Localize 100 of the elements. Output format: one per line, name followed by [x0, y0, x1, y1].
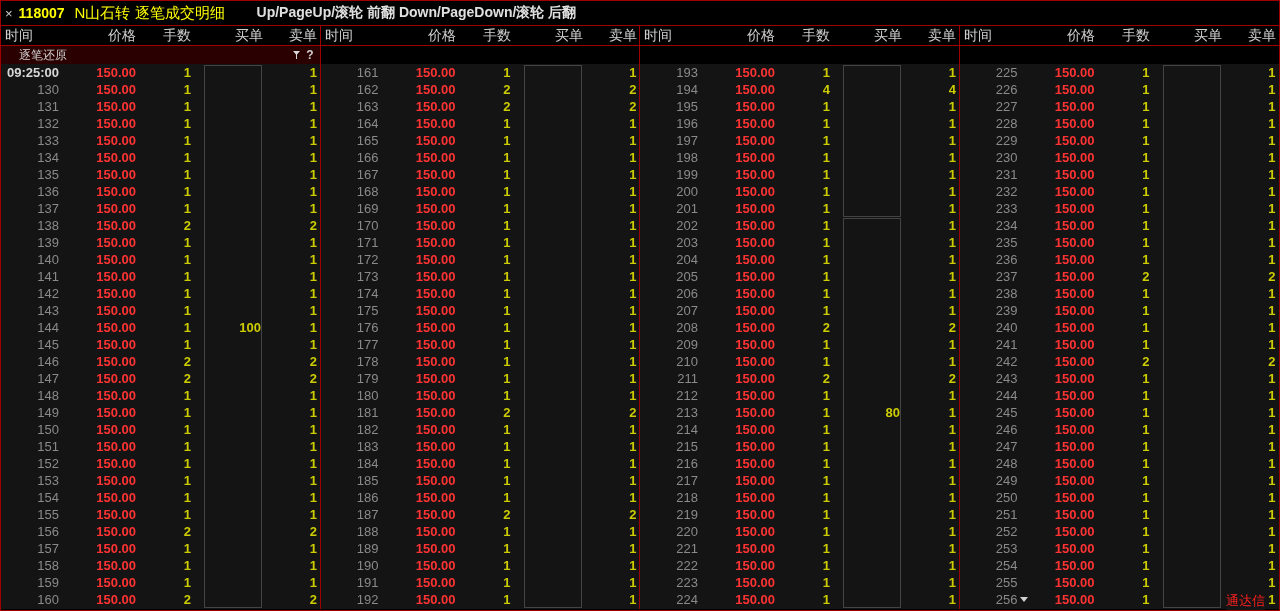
price-cell: 150.00: [96, 252, 136, 267]
time-cell: 248: [995, 456, 1018, 471]
lots-cell: 1: [183, 456, 191, 471]
lots-cell: 1: [822, 269, 830, 284]
help-button[interactable]: ?: [306, 48, 314, 62]
sell-cell: 1: [1268, 439, 1276, 454]
sell-cell: 1: [309, 490, 317, 505]
price-cell: 150.00: [1054, 439, 1095, 454]
price-cell: 150.00: [415, 456, 456, 471]
lots-cell: 1: [183, 541, 191, 556]
lots-cell: 1: [503, 184, 511, 199]
lots-cell: 2: [183, 354, 191, 369]
price-cell: 150.00: [735, 201, 775, 216]
time-cell: 200: [676, 184, 698, 199]
time-cell: 184: [356, 456, 379, 471]
time-cell: 246: [995, 422, 1018, 437]
close-icon[interactable]: ×: [5, 5, 13, 21]
time-cell: 209: [676, 337, 698, 352]
price-cell: 150.00: [96, 167, 136, 182]
lots-cell: 1: [183, 303, 191, 318]
time-cell: 204: [676, 252, 698, 267]
time-cell: 232: [995, 184, 1018, 199]
price-cell: 150.00: [415, 286, 456, 301]
lots-cell: 1: [503, 337, 511, 352]
sell-cell: 1: [1268, 286, 1276, 301]
sell-cell: 1: [1268, 405, 1276, 420]
lots-cell: 1: [503, 541, 511, 556]
sell-cell: 1: [309, 269, 317, 284]
time-cell: 214: [676, 422, 698, 437]
sell-cell: 1: [629, 371, 637, 386]
dropdown-triangle-icon[interactable]: [1019, 597, 1028, 602]
sell-cell: 1: [948, 184, 956, 199]
time-cell: 172: [356, 252, 379, 267]
time-cell: 236: [995, 252, 1018, 267]
lots-cell: 1: [1142, 507, 1150, 522]
time-cell: 231: [995, 167, 1018, 182]
lots-cell: 1: [1142, 99, 1150, 114]
sell-cell: 1: [309, 473, 317, 488]
sell-cell: 1: [1268, 558, 1276, 573]
price-cell: 150.00: [96, 269, 136, 284]
price-cell: 150.00: [735, 456, 775, 471]
time-cell: 164: [356, 116, 379, 131]
column-header: 卖单: [927, 26, 956, 45]
time-cell: 160: [37, 592, 59, 607]
sell-cell: 1: [629, 252, 637, 267]
lots-cell: 1: [822, 490, 830, 505]
price-cell: 150.00: [1054, 541, 1095, 556]
sell-cell: 1: [1268, 133, 1276, 148]
price-cell: 150.00: [96, 456, 136, 471]
lots-cell: 1: [183, 439, 191, 454]
restore-label[interactable]: 逐笔还原: [1, 46, 294, 64]
lots-cell: 1: [822, 235, 830, 250]
price-cell: 150.00: [735, 524, 775, 539]
time-cell: 09:25:00: [6, 65, 59, 80]
lots-cell: 1: [503, 490, 511, 505]
lots-cell: 1: [822, 303, 830, 318]
lots-cell: 1: [503, 167, 511, 182]
time-cell: 159: [37, 575, 59, 590]
price-cell: 150.00: [735, 150, 775, 165]
sell-cell: 1: [309, 99, 317, 114]
price-cell: 150.00: [735, 354, 775, 369]
sell-cell: 1: [948, 99, 956, 114]
sell-cell: 1: [1268, 456, 1276, 471]
column-header: 时间: [323, 26, 354, 45]
price-cell: 150.00: [415, 371, 456, 386]
sell-cell: 1: [948, 558, 956, 573]
time-cell: 131: [37, 99, 59, 114]
time-cell: 173: [356, 269, 379, 284]
lots-cell: 1: [1142, 456, 1150, 471]
sell-cell: 1: [1268, 575, 1276, 590]
sell-cell: 1: [1268, 150, 1276, 165]
price-cell: 150.00: [735, 133, 775, 148]
column-header: 价格: [746, 26, 775, 45]
time-cell: 225: [995, 65, 1018, 80]
price-cell: 150.00: [735, 303, 775, 318]
price-cell: 150.00: [735, 473, 775, 488]
price-cell: 150.00: [415, 82, 456, 97]
time-cell: 190: [356, 558, 379, 573]
price-cell: 150.00: [96, 371, 136, 386]
price-cell: 150.00: [1054, 235, 1095, 250]
price-cell: 150.00: [1054, 507, 1095, 522]
price-cell: 150.00: [1054, 252, 1095, 267]
lots-cell: 1: [1142, 490, 1150, 505]
price-cell: 150.00: [1054, 133, 1095, 148]
time-cell: 222: [676, 558, 698, 573]
time-cell: 218: [676, 490, 698, 505]
price-cell: 150.00: [96, 82, 136, 97]
price-cell: 150.00: [1054, 337, 1095, 352]
time-cell: 192: [356, 592, 379, 607]
time-cell: 211: [677, 371, 698, 386]
sell-cell: 1: [1268, 303, 1276, 318]
time-cell: 154: [37, 490, 59, 505]
price-cell: 150.00: [1054, 592, 1095, 607]
price-cell: 150.00: [415, 303, 456, 318]
filter-icon[interactable]: [293, 51, 301, 59]
sell-cell: 1: [629, 337, 637, 352]
price-cell: 150.00: [1054, 371, 1095, 386]
time-cell: 240: [995, 320, 1018, 335]
column-header: 时间: [962, 26, 993, 45]
time-cell: 221: [676, 541, 698, 556]
